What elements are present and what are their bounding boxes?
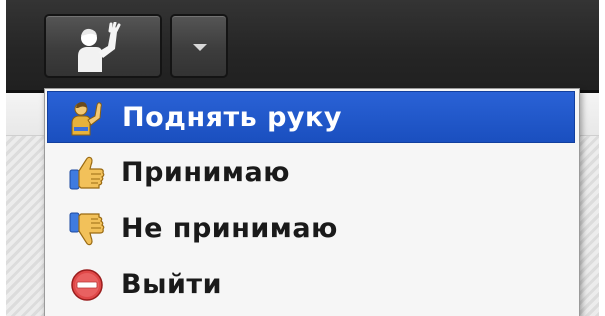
menu-item-label: Выйти bbox=[121, 269, 222, 300]
thumbs-up-icon bbox=[69, 156, 105, 190]
app-frame: Поднять руку Принимаю Не принимаю Выйти bbox=[6, 0, 599, 316]
menu-item-label: Принимаю bbox=[121, 157, 290, 188]
raised-hand-person-icon bbox=[71, 102, 102, 136]
thumbs-down-icon bbox=[69, 212, 105, 246]
status-button-main[interactable] bbox=[46, 16, 152, 76]
menu-item-disagree[interactable]: Не принимаю bbox=[47, 203, 575, 255]
toolbar bbox=[6, 0, 599, 93]
status-dropdown-button[interactable] bbox=[170, 14, 228, 78]
menu-item-leave[interactable]: Выйти bbox=[47, 259, 575, 311]
status-button[interactable] bbox=[44, 14, 162, 78]
menu-item-label: Не принимаю bbox=[121, 213, 338, 244]
chevron-down-icon bbox=[193, 44, 207, 51]
menu-item-raise-hand[interactable]: Поднять руку bbox=[47, 91, 575, 143]
menu-item-agree[interactable]: Принимаю bbox=[47, 147, 575, 199]
menu-item-label: Поднять руку bbox=[122, 102, 342, 133]
leave-minus-icon bbox=[71, 269, 103, 301]
status-menu: Поднять руку Принимаю Не принимаю Выйти bbox=[44, 88, 580, 316]
raised-hand-person-icon bbox=[78, 22, 121, 72]
